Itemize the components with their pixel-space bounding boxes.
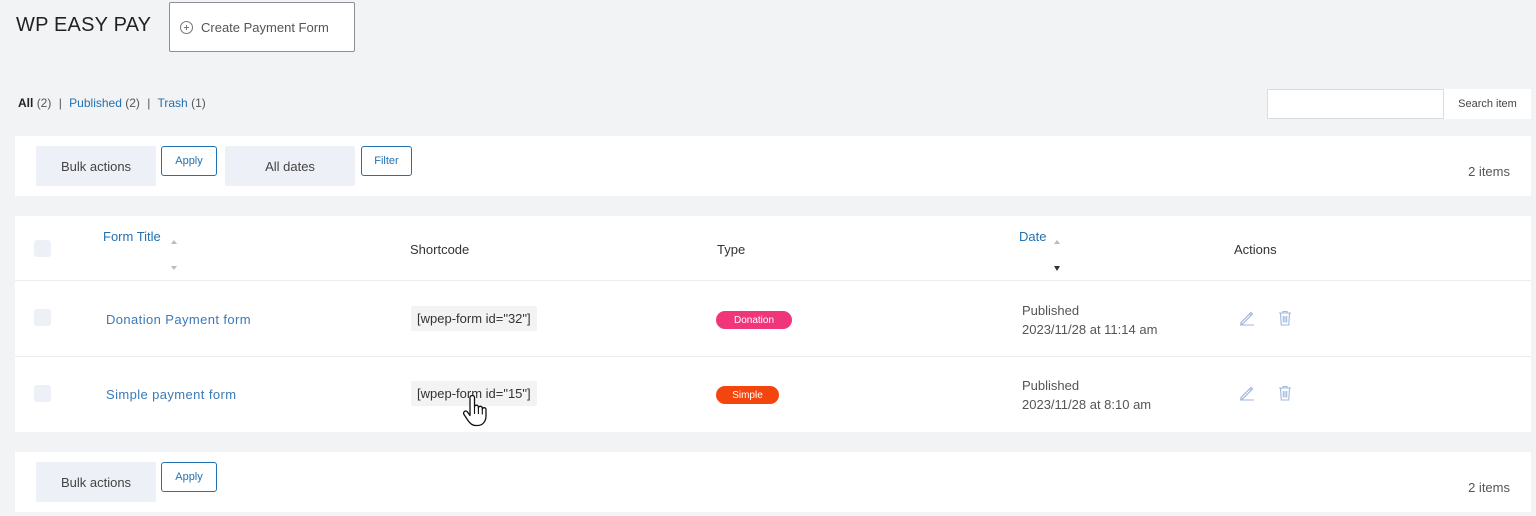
view-separator: | [58, 96, 62, 110]
edit-icon[interactable] [1238, 309, 1256, 327]
search-item-button[interactable]: Search item [1444, 89, 1531, 119]
column-type: Type [717, 242, 746, 257]
date-value: 2023/11/28 at 11:14 am [1022, 322, 1158, 337]
page-title: WP EASY PAY [16, 14, 152, 36]
sort-desc-icon [171, 266, 177, 270]
trash-icon[interactable] [1276, 309, 1294, 327]
items-count: 2 items [1468, 480, 1510, 495]
form-title-link[interactable]: Donation Payment form [106, 312, 251, 327]
dates-select[interactable]: All dates [225, 146, 355, 186]
hand-pointer-cursor-icon [462, 395, 487, 427]
bulk-actions-select[interactable]: Bulk actions [36, 462, 156, 502]
view-all-link[interactable]: All [18, 96, 33, 110]
type-badge: Donation [716, 311, 792, 329]
items-count: 2 items [1468, 164, 1510, 179]
column-date[interactable]: Date [1019, 228, 1046, 246]
column-form-title-label: Form Title [103, 229, 161, 244]
create-payment-form-label: Create Payment Form [201, 19, 329, 35]
date-cell: Published 2023/11/28 at 8:10 am [1022, 376, 1151, 414]
column-shortcode: Shortcode [410, 242, 470, 257]
forms-table: Form Title Shortcode Type Date Actions D… [15, 216, 1531, 432]
date-status: Published [1022, 303, 1080, 318]
select-all-checkbox[interactable] [34, 240, 51, 257]
apply-button[interactable]: Apply [161, 146, 217, 176]
column-actions: Actions [1234, 242, 1277, 257]
bottom-toolbar: Bulk actions Apply 2 items [15, 452, 1531, 512]
view-all-count: (2) [36, 96, 52, 110]
sort-asc-icon [1054, 240, 1060, 244]
view-separator: | [147, 96, 151, 110]
view-published-link[interactable]: Published [69, 96, 122, 110]
search-input[interactable] [1267, 89, 1444, 119]
date-status: Published [1022, 378, 1080, 393]
row-divider [15, 356, 1531, 357]
top-toolbar: Bulk actions Apply All dates Filter 2 it… [15, 136, 1531, 196]
bulk-actions-select[interactable]: Bulk actions [36, 146, 156, 186]
filter-button[interactable]: Filter [361, 146, 412, 176]
form-title-link[interactable]: Simple payment form [106, 387, 236, 402]
date-cell: Published 2023/11/28 at 11:14 am [1022, 301, 1157, 339]
sort-asc-icon [171, 240, 177, 244]
status-views: All (2) | Published (2) | Trash (1) [18, 96, 206, 110]
row-checkbox[interactable] [34, 385, 51, 402]
row-checkbox[interactable] [34, 309, 51, 326]
plus-circle-icon [180, 20, 193, 34]
edit-icon[interactable] [1238, 384, 1256, 402]
column-date-label: Date [1019, 229, 1047, 244]
column-form-title[interactable]: Form Title [103, 228, 161, 246]
date-value: 2023/11/28 at 8:10 am [1022, 397, 1152, 412]
type-badge: Simple [716, 386, 779, 404]
create-payment-form-button[interactable]: Create Payment Form [169, 2, 355, 52]
view-published-count: (2) [125, 96, 140, 110]
apply-button[interactable]: Apply [161, 462, 217, 492]
trash-icon[interactable] [1276, 384, 1294, 402]
row-divider [15, 280, 1531, 281]
sort-desc-active-icon [1054, 266, 1060, 271]
shortcode-value[interactable]: [wpep-form id="32"] [411, 306, 537, 331]
view-trash-link[interactable]: Trash [158, 96, 188, 110]
view-trash-count: (1) [191, 96, 206, 110]
